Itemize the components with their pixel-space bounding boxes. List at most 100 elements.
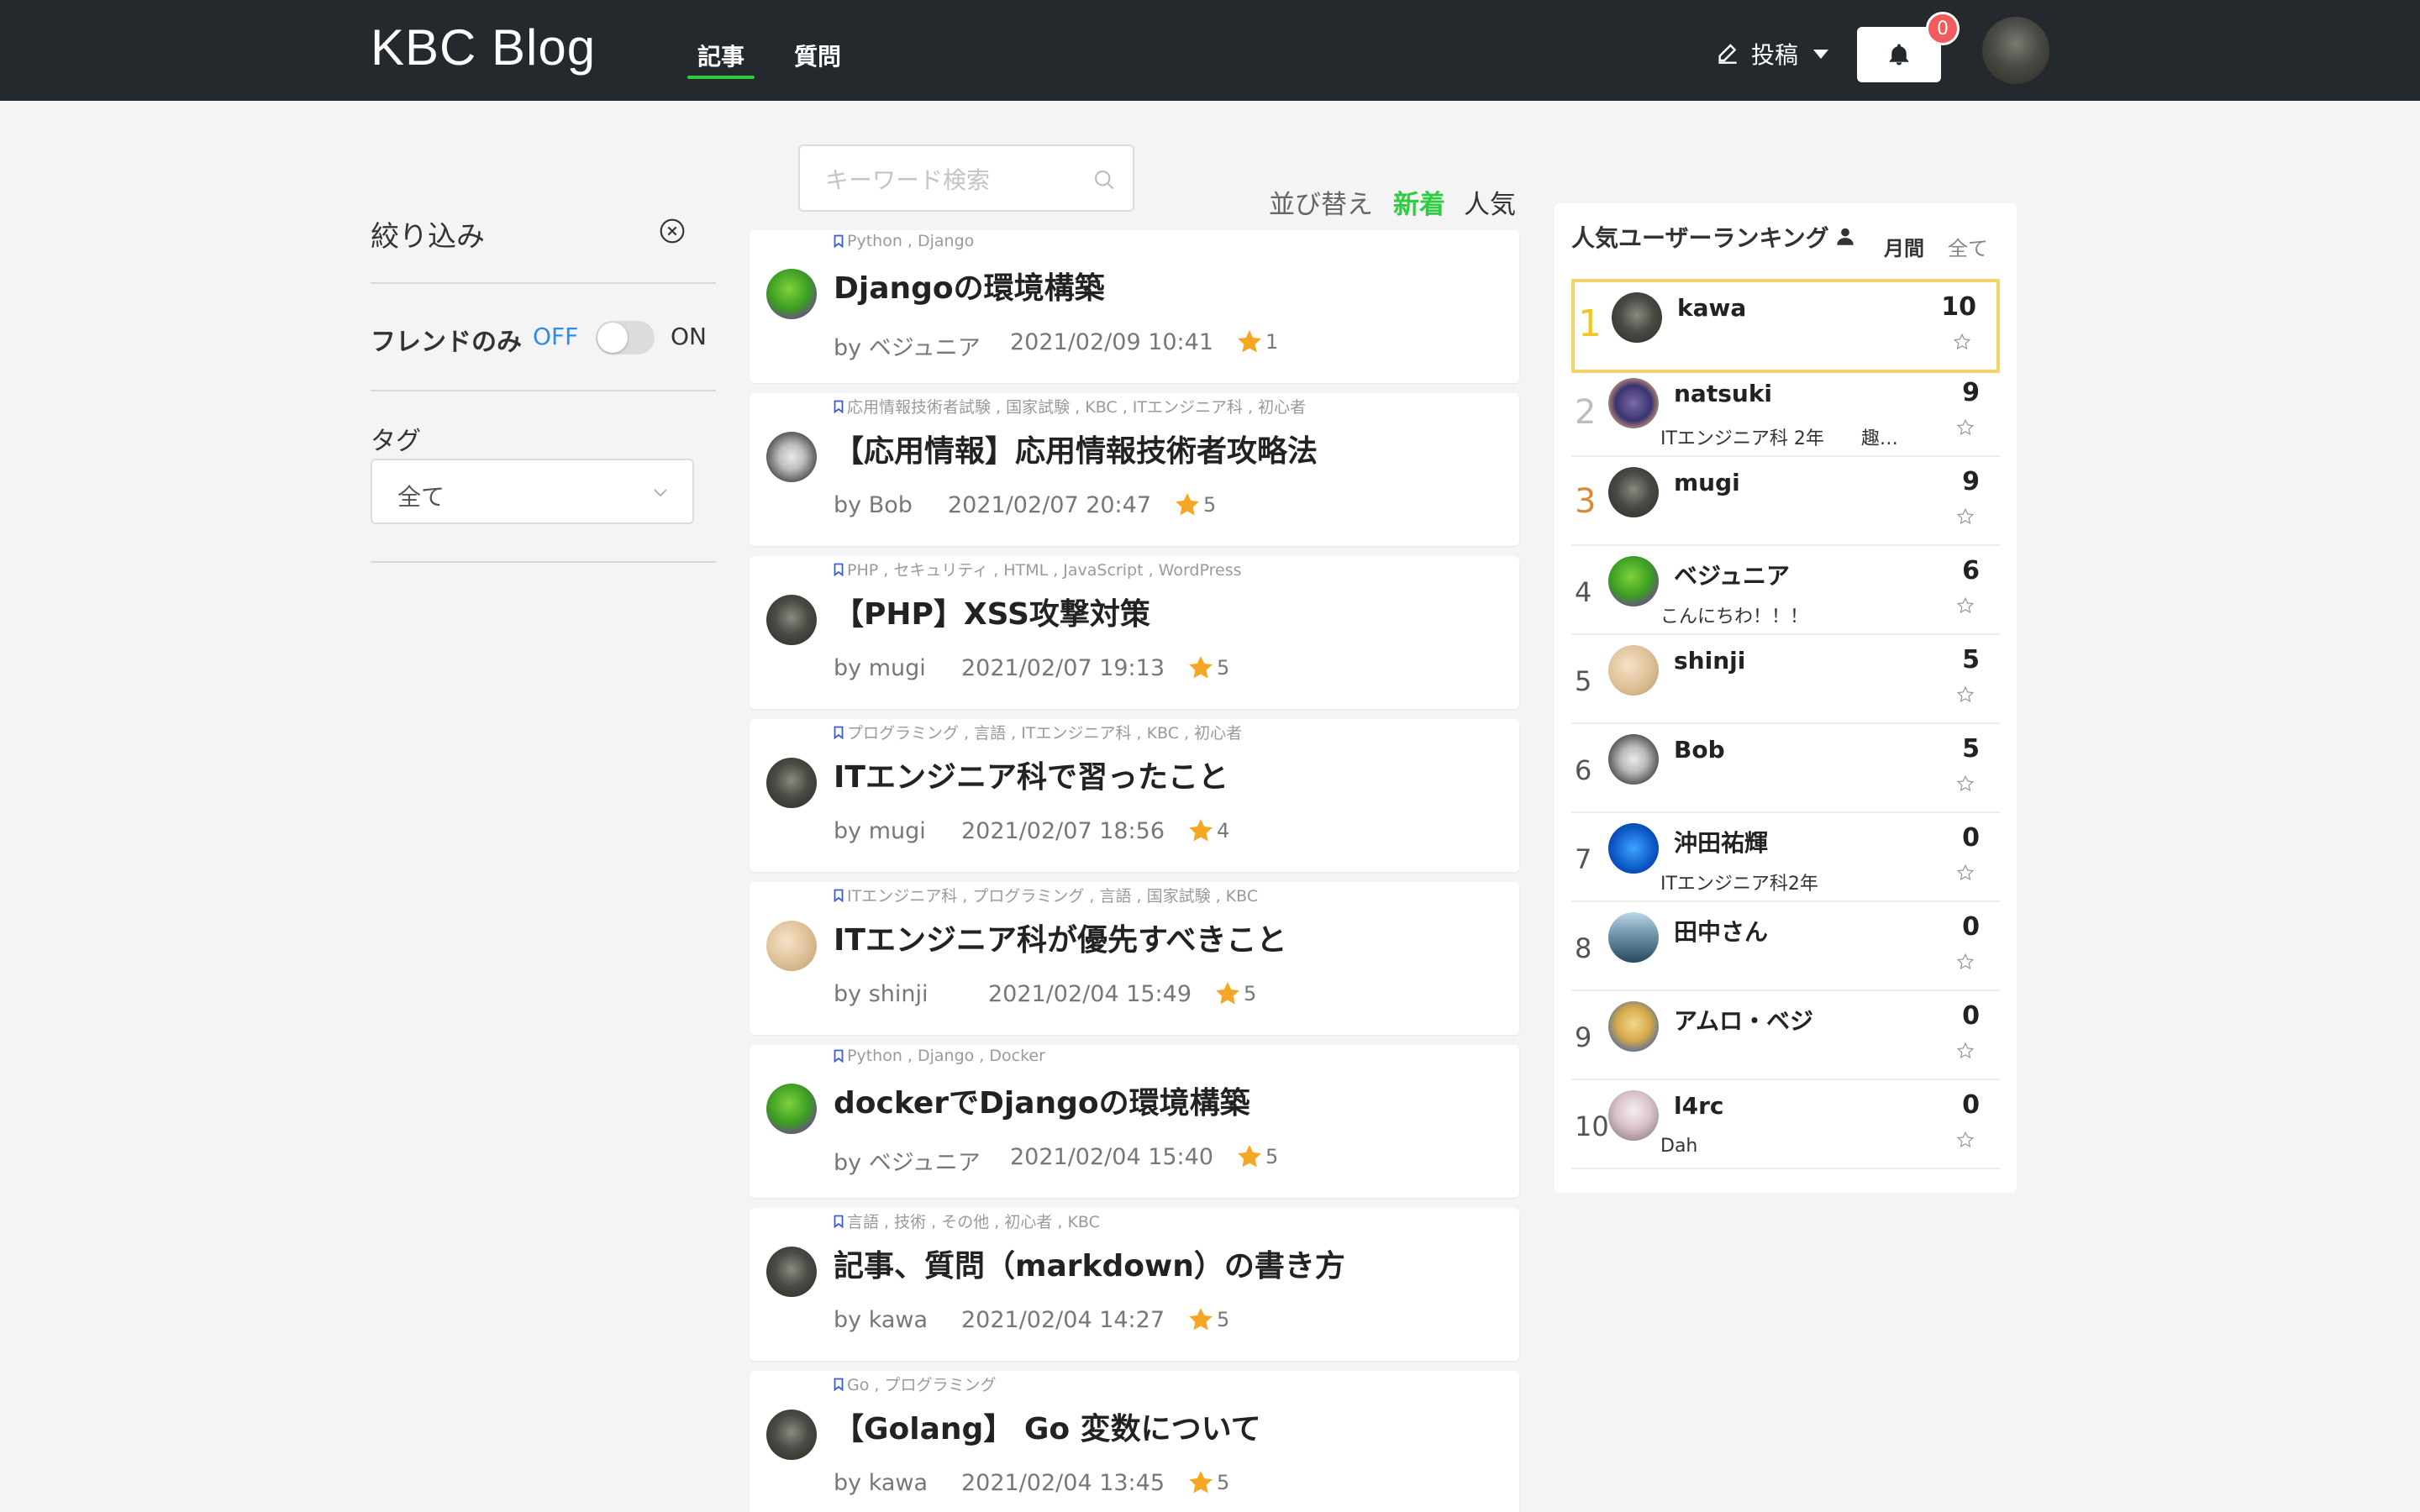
ranking-row[interactable]: 3 mugi 9 xyxy=(1571,457,2000,546)
article-date: 2021/02/07 18:56 xyxy=(961,818,1165,844)
user-avatar[interactable] xyxy=(1982,17,2049,84)
article-card[interactable]: Go , プログラミング 【Golang】 Go 変数について by kawa … xyxy=(750,1371,1519,1512)
article-title[interactable]: ITエンジニア科が優先すべきこと xyxy=(834,916,1286,959)
star-icon xyxy=(1956,596,1975,614)
tag-select[interactable]: 全て xyxy=(371,459,694,524)
ranking-username[interactable]: shinji xyxy=(1674,647,1745,675)
search-input[interactable] xyxy=(825,163,1077,197)
top-navbar: KBC Blog 記事 質問 投稿 0 xyxy=(0,0,2420,101)
ranking-username[interactable]: l4rc xyxy=(1674,1092,1724,1120)
bookmark-icon xyxy=(834,563,844,576)
article-tags: Go , プログラミング xyxy=(834,1373,996,1395)
article-author[interactable]: by Bob xyxy=(834,492,913,518)
article-stars: 5 xyxy=(1215,981,1256,1006)
search-icon[interactable] xyxy=(1092,168,1116,192)
tab-questions[interactable]: 質問 xyxy=(794,39,841,72)
ranking-avatar[interactable] xyxy=(1608,378,1659,428)
star-count: 5 xyxy=(1244,982,1257,1005)
article-author[interactable]: by kawa xyxy=(834,1470,928,1496)
article-title[interactable]: 【応用情報】応用情報技術者攻略法 xyxy=(834,427,1318,470)
article-card[interactable]: 言語 , 技術 , その他 , 初心者 , KBC 記事、質問（markdown… xyxy=(750,1208,1519,1361)
author-avatar[interactable] xyxy=(766,1410,817,1460)
ranking-row[interactable]: 10 l4rc Dah 0 xyxy=(1571,1080,2000,1169)
ranking-position: 10 xyxy=(1575,1110,1609,1142)
article-tags: 応用情報技術者試験 , 国家試験 , KBC , ITエンジニア科 , 初心者 xyxy=(834,395,1306,417)
ranking-username[interactable]: mugi xyxy=(1674,469,1740,496)
ranking-avatar[interactable] xyxy=(1608,912,1659,963)
article-card[interactable]: 応用情報技術者試験 , 国家試験 , KBC , ITエンジニア科 , 初心者 … xyxy=(750,393,1519,546)
star-count: 1 xyxy=(1265,330,1279,354)
author-avatar[interactable] xyxy=(766,921,817,971)
ranking-avatar[interactable] xyxy=(1612,292,1662,343)
ranking-position: 2 xyxy=(1575,393,1597,432)
ranking-row[interactable]: 1 kawa 10 xyxy=(1571,279,2000,373)
ranking-avatar[interactable] xyxy=(1608,556,1659,606)
ranking-row[interactable]: 4 ベジュニア こんにちわ！！！ 6 xyxy=(1571,546,2000,635)
ranking-avatar[interactable] xyxy=(1608,734,1659,785)
article-author[interactable]: by shinji xyxy=(834,981,929,1007)
article-title[interactable]: 【Golang】 Go 変数について xyxy=(834,1404,1261,1448)
author-avatar[interactable] xyxy=(766,432,817,482)
article-tag-list: プログラミング , 言語 , ITエンジニア科 , KBC , 初心者 xyxy=(847,724,1243,743)
ranking-avatar[interactable] xyxy=(1608,1090,1659,1141)
article-title[interactable]: ITエンジニア科で習ったこと xyxy=(834,753,1228,796)
star-icon xyxy=(1956,1131,1975,1148)
article-title[interactable]: 【PHP】XSS攻撃対策 xyxy=(834,590,1150,633)
close-circle-icon[interactable] xyxy=(659,218,686,244)
brand-logo[interactable]: KBC Blog xyxy=(371,18,596,76)
ranking-username[interactable]: Bob xyxy=(1674,736,1725,764)
article-author[interactable]: by mugi xyxy=(834,818,926,844)
article-title[interactable]: Djangoの環境構築 xyxy=(834,264,1105,307)
friend-only-toggle[interactable] xyxy=(596,321,655,354)
ranking-row[interactable]: 7 沖田祐輝 ITエンジニア科2年 0 xyxy=(1571,813,2000,902)
post-label: 投稿 xyxy=(1751,41,1799,69)
ranking-username[interactable]: kawa xyxy=(1677,294,1746,322)
article-tags: 言語 , 技術 , その他 , 初心者 , KBC xyxy=(834,1210,1100,1232)
article-author[interactable]: by ベジュニア xyxy=(834,1144,981,1177)
ranking-bio: ITエンジニア科2年 xyxy=(1660,874,1818,895)
ranking-row[interactable]: 6 Bob 5 xyxy=(1571,724,2000,813)
article-tag-list: ITエンジニア科 , プログラミング , 言語 , 国家試験 , KBC xyxy=(847,887,1259,906)
ranking-avatar[interactable] xyxy=(1608,645,1659,696)
author-avatar[interactable] xyxy=(766,1084,817,1134)
ranking-username[interactable]: natsuki xyxy=(1674,380,1772,407)
sort-popular[interactable]: 人気 xyxy=(1464,183,1516,221)
ranking-row[interactable]: 2 natsuki ITエンジニア科 2年 趣… 9 xyxy=(1571,368,2000,457)
ranking-row[interactable]: 8 田中さん 0 xyxy=(1571,902,2000,991)
ranking-username[interactable]: ベジュニア xyxy=(1674,558,1790,591)
article-stars: 1 xyxy=(1237,329,1278,354)
ranking-avatar[interactable] xyxy=(1608,467,1659,517)
ranking-username[interactable]: 沖田祐輝 xyxy=(1674,825,1768,858)
ranking-tab-monthly[interactable]: 月間 xyxy=(1884,232,1924,261)
article-title[interactable]: dockerでDjangoの環境構築 xyxy=(834,1079,1250,1122)
ranking-row[interactable]: 9 アムロ・ベジ 0 xyxy=(1571,991,2000,1080)
author-avatar[interactable] xyxy=(766,595,817,645)
post-dropdown[interactable]: 投稿 xyxy=(1714,37,1829,71)
article-author[interactable]: by ベジュニア xyxy=(834,329,981,362)
bookmark-icon xyxy=(834,400,844,413)
ranking-avatar[interactable] xyxy=(1608,823,1659,874)
article-date: 2021/02/09 10:41 xyxy=(1010,329,1214,355)
article-title[interactable]: 記事、質問（markdown）の書き方 xyxy=(834,1242,1345,1285)
article-card[interactable]: ITエンジニア科 , プログラミング , 言語 , 国家試験 , KBC ITエ… xyxy=(750,882,1519,1035)
ranking-row[interactable]: 5 shinji 5 xyxy=(1571,635,2000,724)
ranking-score: 0 xyxy=(1962,1001,1980,1031)
ranking-tab-all[interactable]: 全て xyxy=(1948,232,1988,261)
ranking-username[interactable]: 田中さん xyxy=(1674,914,1768,948)
ranking-username[interactable]: アムロ・ベジ xyxy=(1674,1003,1813,1037)
star-icon xyxy=(1176,493,1199,516)
article-card[interactable]: プログラミング , 言語 , ITエンジニア科 , KBC , 初心者 ITエン… xyxy=(750,719,1519,872)
article-card[interactable]: Python , Django Djangoの環境構築 by ベジュニア 202… xyxy=(750,230,1519,383)
article-card[interactable]: PHP , セキュリティ , HTML , JavaScript , WordP… xyxy=(750,556,1519,709)
tab-articles[interactable]: 記事 xyxy=(687,39,755,79)
ranking-avatar[interactable] xyxy=(1608,1001,1659,1052)
author-avatar[interactable] xyxy=(766,1247,817,1297)
article-card[interactable]: Python , Django , Docker dockerでDjangoの環… xyxy=(750,1045,1519,1198)
article-author[interactable]: by kawa xyxy=(834,1307,928,1333)
article-author[interactable]: by mugi xyxy=(834,655,926,681)
toggle-off-label: OFF xyxy=(533,323,579,350)
sort-newest[interactable]: 新着 xyxy=(1393,183,1445,221)
author-avatar[interactable] xyxy=(766,269,817,319)
star-icon xyxy=(1956,418,1975,436)
author-avatar[interactable] xyxy=(766,758,817,808)
